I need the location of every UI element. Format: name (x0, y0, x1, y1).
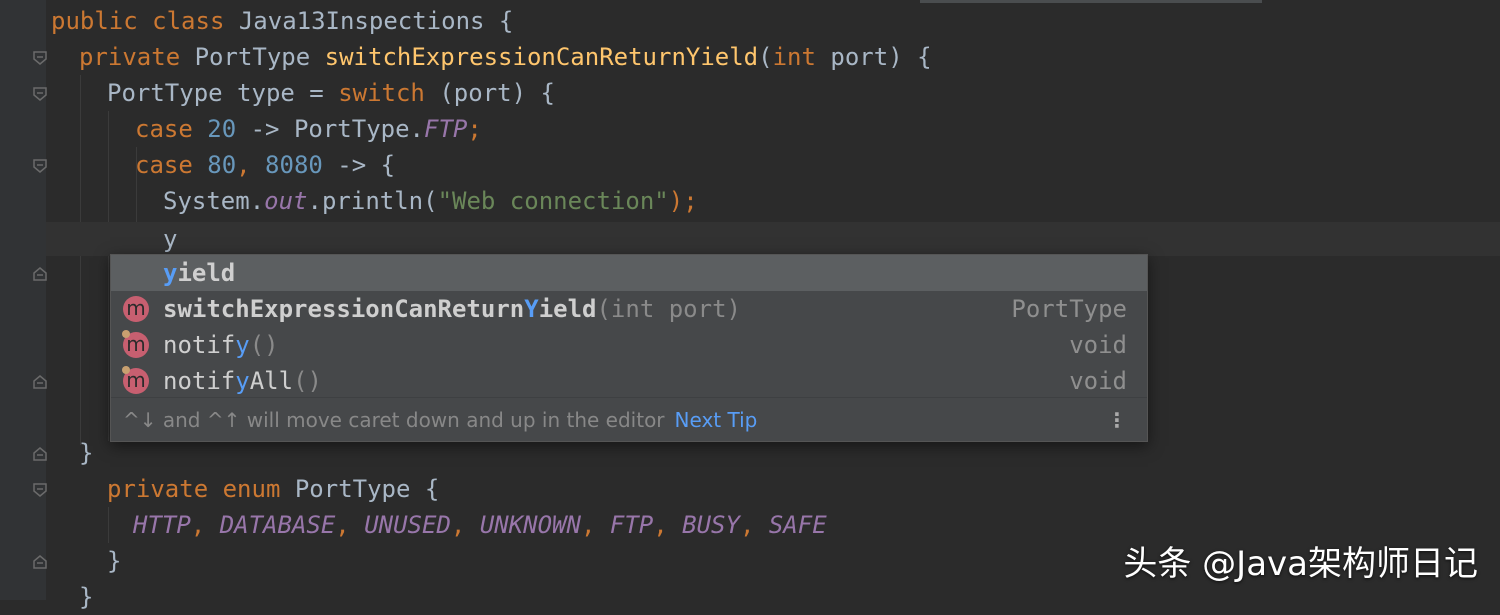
completion-item-yield[interactable]: yield (111, 255, 1147, 291)
code-text: } (79, 439, 94, 467)
code-text: -> PortType. (236, 115, 424, 143)
params: () (249, 331, 279, 359)
enum-constant: FTP (424, 115, 468, 143)
keyword: public class (51, 7, 225, 35)
params: () (293, 367, 322, 395)
params: (int port) (596, 295, 741, 323)
completion-item-method[interactable]: m switchExpressionCanReturnYield(int por… (111, 291, 1147, 327)
keyword: int (772, 43, 816, 71)
code-editor[interactable]: public class Java13Inspections { private… (0, 0, 1500, 611)
code-text: .println( (307, 187, 438, 215)
completion-popup[interactable]: yield m switchExpressionCanReturnYield(i… (110, 254, 1148, 442)
separator: , (580, 511, 610, 539)
enum-constant: BUSY (682, 511, 740, 539)
enum-constant: SAFE (768, 511, 827, 539)
code-line[interactable]: } (79, 435, 93, 471)
name-prefix: notif (163, 367, 236, 395)
code-text: PortType { (280, 475, 440, 503)
keyword: switch (338, 79, 425, 107)
indent-guide (108, 111, 109, 441)
fold-end-marker-icon[interactable] (32, 554, 48, 570)
enum-constant: UNUSED (364, 511, 451, 539)
separator: , (450, 511, 480, 539)
code-text: ( (758, 43, 773, 71)
code-line-current[interactable]: y (163, 221, 177, 257)
code-text: ); (668, 187, 698, 215)
fold-marker-icon[interactable] (32, 158, 48, 174)
code-text: PortType type = (107, 79, 339, 107)
code-line[interactable]: case 80, 8080 -> { (135, 147, 395, 183)
watermark: 头条 @Java架构师日记 (1123, 544, 1478, 584)
number-literal: 20 (192, 115, 237, 143)
code-line[interactable]: case 20 -> PortType.FTP; (135, 111, 482, 147)
typed-text: y (163, 225, 178, 253)
name-prefix: notif (163, 331, 236, 359)
fold-marker-icon[interactable] (32, 86, 48, 102)
code-line[interactable]: } (79, 579, 93, 615)
code-text: } (79, 583, 94, 611)
fold-end-marker-icon[interactable] (32, 446, 48, 462)
code-line[interactable]: System.out.println("Web connection"); (163, 183, 698, 219)
code-text: ; (467, 115, 482, 143)
current-line-highlight (46, 222, 1500, 256)
method-icon: m (123, 296, 149, 322)
name-rest: ield (177, 259, 236, 287)
completion-name: notifyAll() (163, 363, 322, 399)
hint-text: ^↓ and ^↑ will move caret down and up in… (123, 408, 665, 432)
next-tip-link[interactable]: Next Tip (675, 408, 758, 432)
enum-constant: UNKNOWN (479, 511, 581, 539)
completion-hint-bar: ^↓ and ^↑ will move caret down and up in… (111, 397, 1147, 441)
code-text: -> { (322, 151, 396, 179)
code-text: System. (163, 187, 265, 215)
return-type: void (1069, 367, 1127, 395)
completion-name: yield (163, 255, 235, 291)
code-line[interactable]: private PortType switchExpressionCanRetu… (79, 39, 932, 75)
code-line[interactable]: HTTP, DATABASE, UNUSED, UNKNOWN, FTP, BU… (133, 507, 827, 543)
indent-guide (108, 507, 109, 543)
match-highlight: y (235, 331, 250, 359)
editor-tab-strip (920, 0, 1262, 3)
completion-name: notify() (163, 327, 279, 363)
method-name: switchExpressionCanReturnYield (324, 43, 759, 71)
number-literal: 8080 (250, 151, 323, 179)
code-line[interactable]: PortType type = switch (port) { (107, 75, 555, 111)
enum-constant: DATABASE (219, 511, 336, 539)
code-text: port) { (815, 43, 932, 71)
code-text: Java13Inspections { (224, 7, 514, 35)
enum-constant: FTP (609, 511, 654, 539)
editor-gutter (0, 0, 48, 600)
static-field: out (264, 187, 308, 215)
fold-marker-icon[interactable] (32, 50, 48, 66)
name-rest: All (249, 367, 294, 395)
code-text: , (236, 151, 251, 179)
string-literal: "Web connection" (437, 187, 669, 215)
return-type: void (1069, 331, 1127, 359)
completion-item-method[interactable]: m notifyAll() void (111, 363, 1147, 399)
separator: , (335, 511, 365, 539)
fold-marker-icon[interactable] (32, 482, 48, 498)
indent-guide (80, 75, 81, 445)
keyword: case (135, 151, 193, 179)
separator: , (739, 511, 769, 539)
name-prefix: switchExpressionCanReturn (163, 295, 525, 323)
keyword: private (79, 43, 181, 71)
keyword: case (135, 115, 193, 143)
lock-icon (122, 330, 130, 338)
completion-name: switchExpressionCanReturnYield(int port) (163, 291, 741, 327)
number-literal: 80 (192, 151, 237, 179)
separator: , (653, 511, 683, 539)
lock-icon (122, 366, 130, 374)
match-highlight: y (235, 367, 250, 395)
fold-end-marker-icon[interactable] (32, 374, 48, 390)
fold-end-marker-icon[interactable] (32, 266, 48, 282)
return-type: PortType (1011, 295, 1127, 323)
code-text: PortType (180, 43, 325, 71)
name-rest: ield (538, 295, 597, 323)
completion-item-method[interactable]: m notify() void (111, 327, 1147, 363)
match-highlight: Y (524, 295, 539, 323)
code-line[interactable]: public class Java13Inspections { (51, 3, 513, 39)
more-options-icon[interactable]: ⋮ (1107, 398, 1127, 442)
match-highlight: y (163, 259, 178, 287)
code-text: (port) { (424, 79, 555, 107)
